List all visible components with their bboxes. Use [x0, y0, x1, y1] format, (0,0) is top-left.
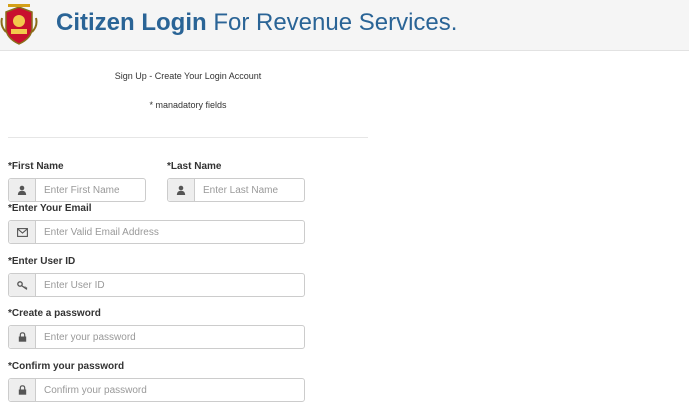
user-icon: [168, 179, 195, 201]
first-name-input[interactable]: [36, 179, 145, 201]
user-id-label: *Enter User ID: [8, 256, 76, 267]
page-header: Citizen Login For Revenue Services.: [0, 0, 689, 51]
password-group: [8, 325, 305, 349]
page-title-strong: Citizen Login: [56, 9, 207, 36]
key-icon: [9, 274, 36, 296]
page-title-rest: For Revenue Services.: [213, 9, 458, 36]
mandatory-note: * manadatory fields: [149, 100, 227, 110]
password-input[interactable]: [36, 326, 304, 348]
confirm-password-group: [8, 378, 305, 402]
first-name-label: *First Name: [8, 161, 64, 172]
email-group: [8, 220, 305, 244]
email-label: *Enter Your Email: [8, 203, 92, 214]
user-id-input[interactable]: [36, 274, 304, 296]
email-input[interactable]: [36, 221, 304, 243]
confirm-password-label: *Confirm your password: [8, 361, 125, 372]
form-divider: [8, 137, 368, 138]
confirm-password-input[interactable]: [36, 379, 304, 401]
page-title: Citizen Login For Revenue Services.: [56, 9, 457, 37]
lock-icon: [9, 379, 36, 401]
user-id-group: [8, 273, 305, 297]
last-name-input[interactable]: [195, 179, 304, 201]
last-name-label: *Last Name: [167, 161, 222, 172]
envelope-icon: [9, 221, 36, 243]
password-label: *Create a password: [8, 308, 101, 319]
form-subtitle: Sign Up - Create Your Login Account: [114, 71, 262, 81]
state-emblem-logo: [0, 4, 38, 45]
user-icon: [9, 179, 36, 201]
last-name-group: [167, 178, 305, 202]
first-name-group: [8, 178, 146, 202]
lock-icon: [9, 326, 36, 348]
